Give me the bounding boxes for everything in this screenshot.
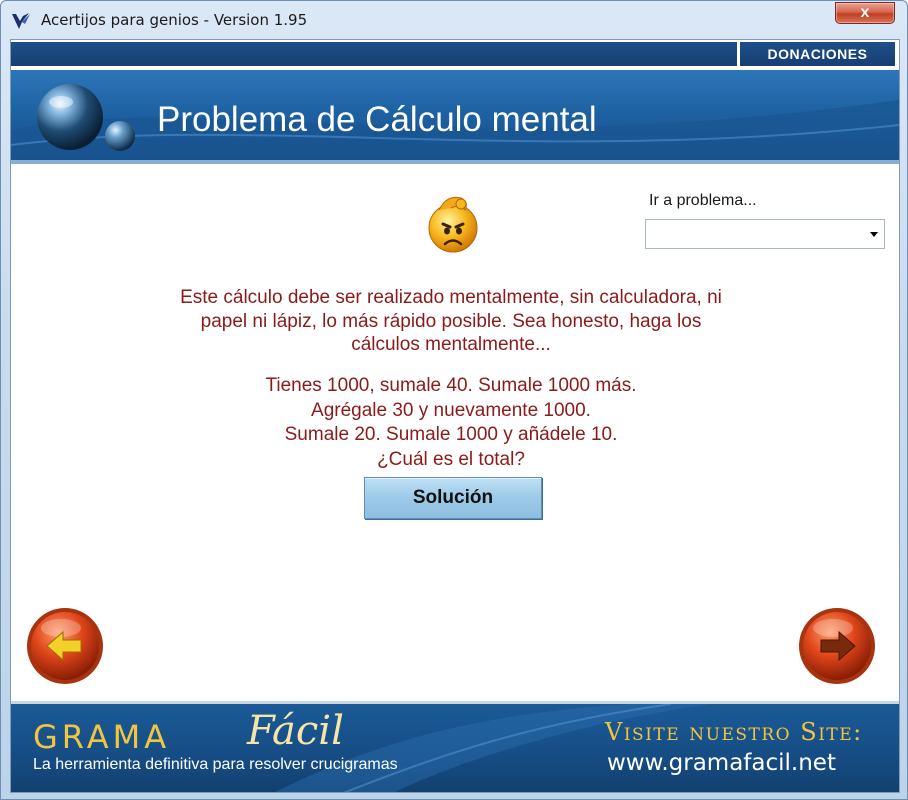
client-area: DONACIONES Problema de Cálculo mental Ir… xyxy=(10,39,900,793)
footer-banner: GRAMA Fácil La herramienta definitiva pa… xyxy=(11,704,899,792)
goto-problem-select[interactable] xyxy=(645,219,885,249)
site-link[interactable]: www.gramafacil.net xyxy=(607,750,836,776)
globe-orb-icon xyxy=(37,84,103,150)
donations-button[interactable]: DONACIONES xyxy=(739,42,895,66)
instruction-line: papel ni lápiz, lo más rápido posible. S… xyxy=(200,310,702,332)
next-problem-button[interactable] xyxy=(797,606,877,686)
previous-problem-button[interactable] xyxy=(25,606,105,686)
puzzle-line: Tienes 1000, sumale 40. Sumale 1000 más. xyxy=(265,375,637,396)
small-orb-icon xyxy=(105,121,135,151)
window-title: Acertijos para genios - Version 1.95 xyxy=(41,11,308,29)
app-window: Acertijos para genios - Version 1.95 x D… xyxy=(0,0,908,800)
thinking-face-icon xyxy=(428,196,478,253)
title-bar[interactable]: Acertijos para genios - Version 1.95 x xyxy=(1,1,907,39)
logo-text-grama: GRAMA xyxy=(33,718,171,756)
puzzle-line: Agrégale 30 y nuevamente 1000. xyxy=(311,399,591,421)
problem-instructions: Este cálculo debe ser realizado mentalme… xyxy=(141,286,761,357)
instruction-line: cálculos mentalmente... xyxy=(351,334,551,355)
footer-tagline: La herramienta definitiva para resolver … xyxy=(33,756,398,773)
app-icon xyxy=(12,13,30,29)
close-icon: x xyxy=(860,4,870,21)
logo-text-facil: Fácil xyxy=(247,708,344,754)
visit-site-label: Visite nuestro Site: xyxy=(605,718,863,746)
problem-statement: Tienes 1000, sumale 40. Sumale 1000 más.… xyxy=(141,374,761,472)
close-button[interactable]: x xyxy=(835,2,895,24)
top-strip: DONACIONES xyxy=(11,40,899,68)
goto-problem-label: Ir a problema... xyxy=(649,192,757,209)
chevron-down-icon xyxy=(870,232,878,237)
puzzle-line: ¿Cuál es el total? xyxy=(377,448,525,470)
header-banner: Problema de Cálculo mental xyxy=(11,70,899,160)
instruction-line: Este cálculo debe ser realizado mentalme… xyxy=(180,287,722,308)
solution-button[interactable]: Solución xyxy=(364,477,542,519)
puzzle-line: Sumale 20. Sumale 1000 y añádele 10. xyxy=(284,424,618,445)
page-title: Problema de Cálculo mental xyxy=(157,100,597,139)
